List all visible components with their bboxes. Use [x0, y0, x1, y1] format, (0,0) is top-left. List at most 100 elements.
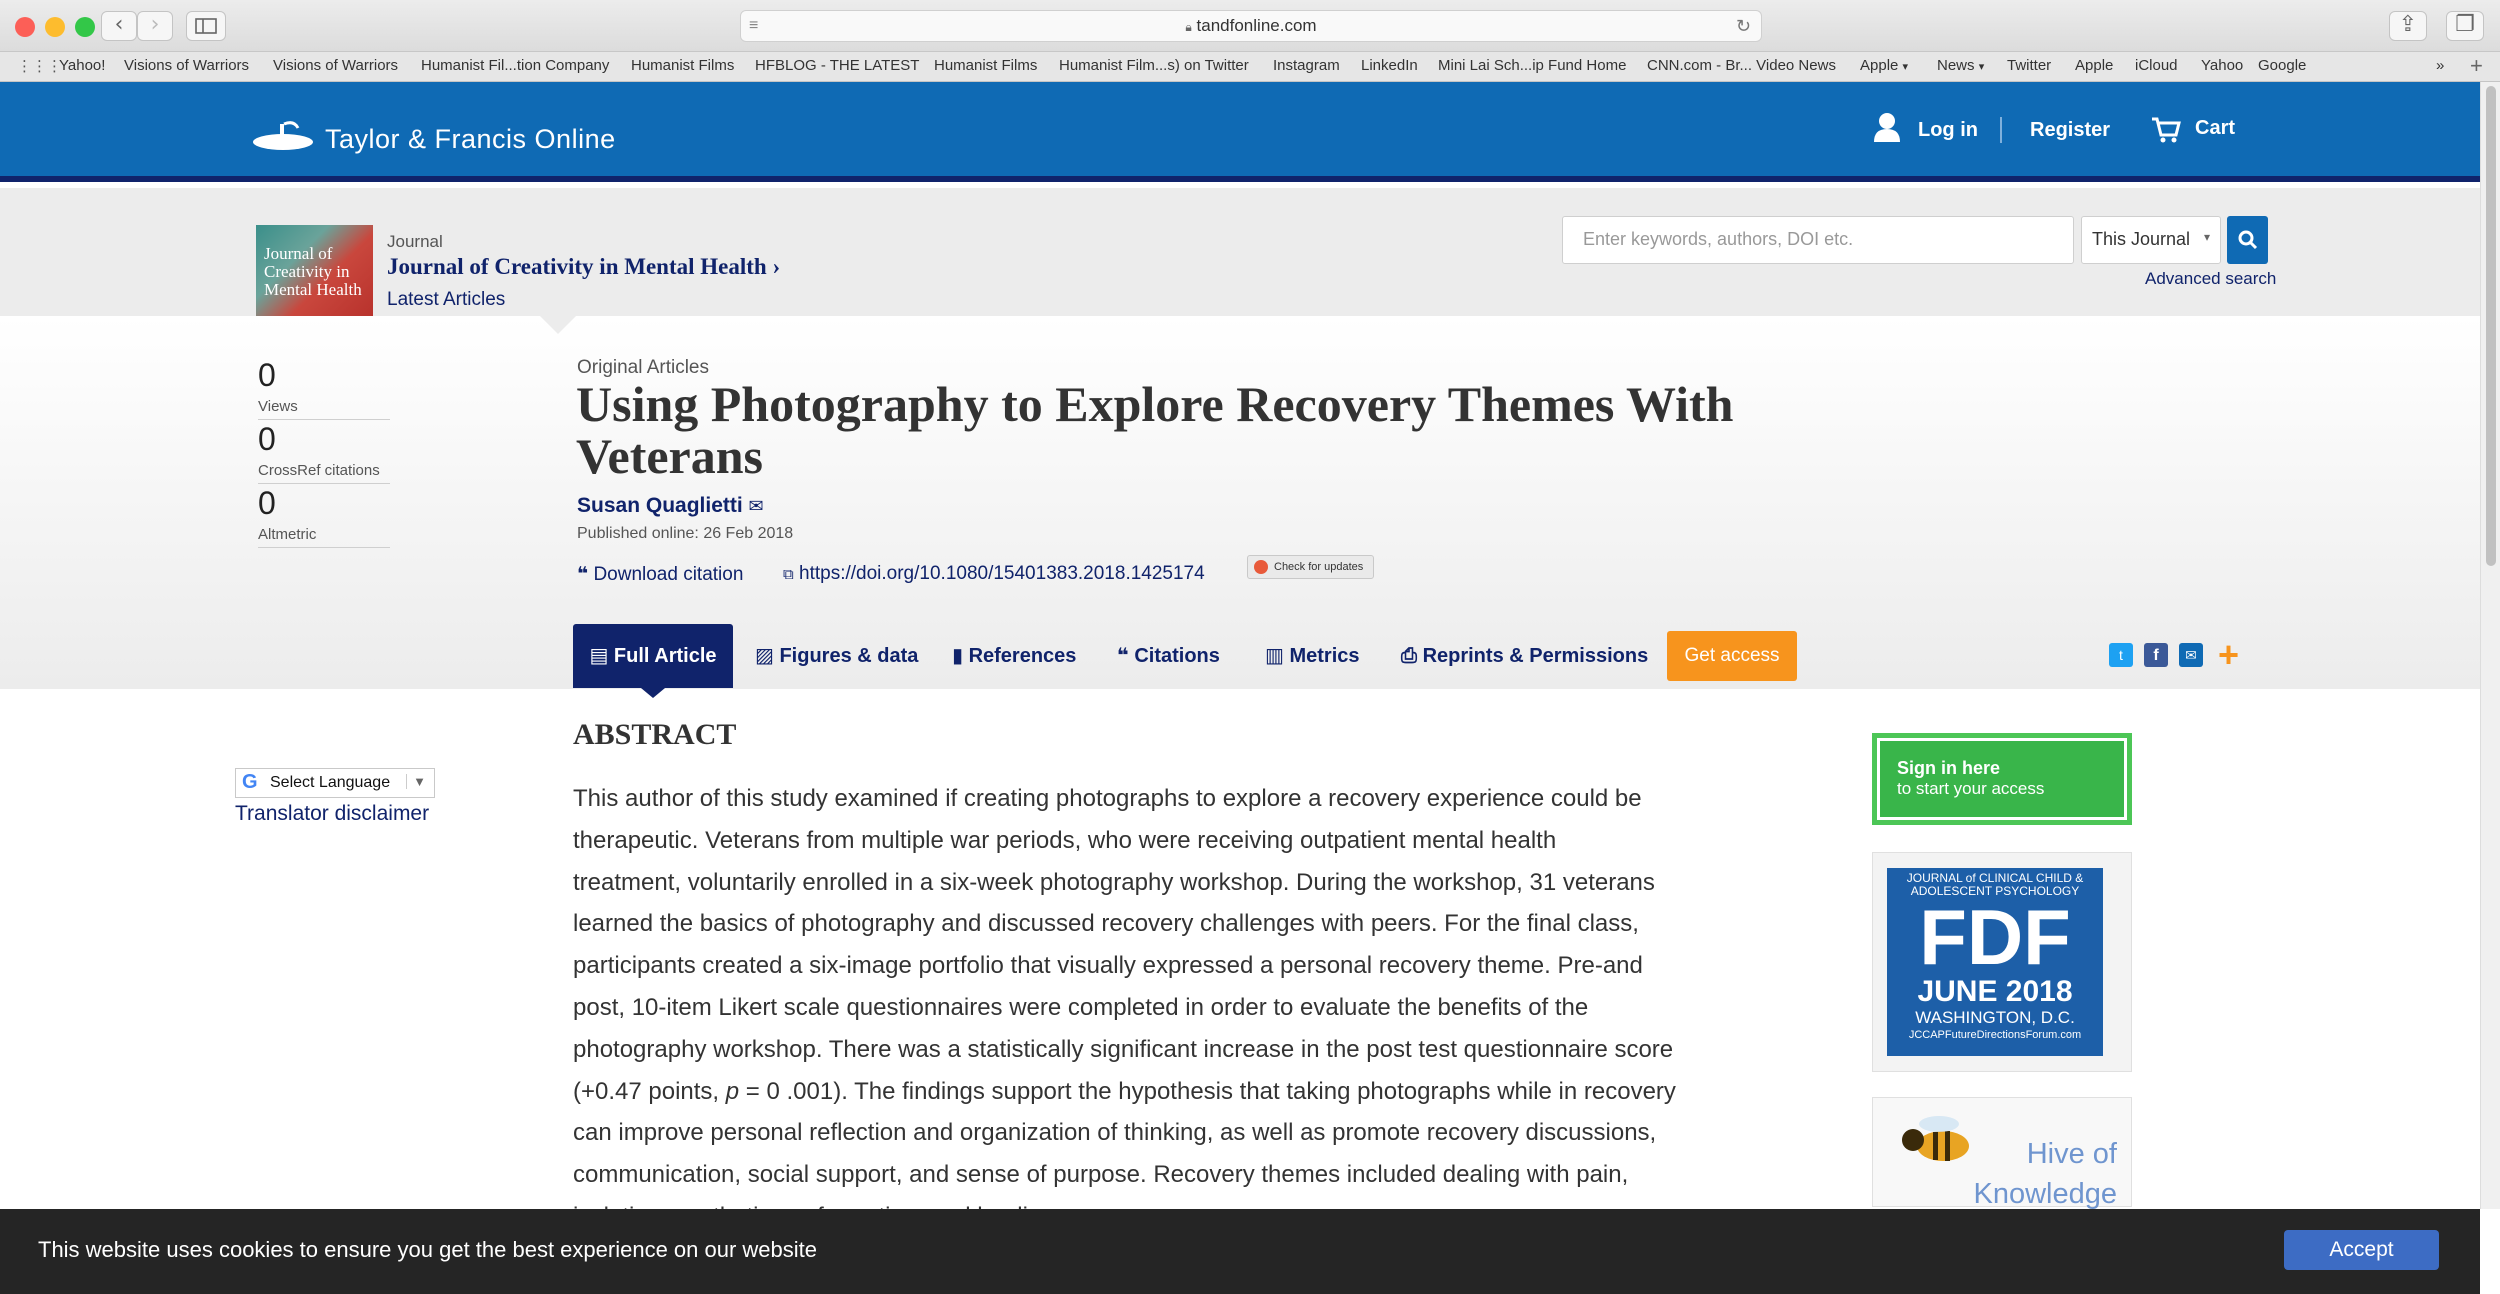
bookmark-item[interactable]: Instagram	[1273, 57, 1340, 74]
author-name: Susan Quaglietti	[577, 494, 743, 517]
signin-heading: Sign in here	[1897, 758, 2001, 778]
twitter-share-icon[interactable]: t	[2109, 643, 2133, 667]
fdf-advertisement[interactable]: JOURNAL of CLINICAL CHILD & ADOLESCENT P…	[1872, 852, 2132, 1072]
bookmark-item[interactable]: iCloud	[2135, 57, 2178, 74]
bookmark-item[interactable]: Visions of Warriors	[124, 57, 249, 74]
bookmark-item[interactable]: Humanist Fil...tion Company	[421, 57, 609, 74]
accept-cookies-button[interactable]: Accept	[2284, 1230, 2439, 1270]
external-link-icon: ⧉	[783, 566, 794, 583]
bookmark-item[interactable]: HFBLOG - THE LATEST	[755, 57, 919, 74]
bookmark-folder-news[interactable]: News ▾	[1937, 57, 1984, 74]
site-logo[interactable]: Taylor & Francis Online	[325, 124, 616, 155]
bookmark-item[interactable]: Apple	[2075, 57, 2113, 74]
journal-kicker: Journal	[387, 232, 443, 251]
forward-button[interactable]: ›	[137, 11, 173, 41]
login-link[interactable]: Log in	[1918, 119, 1978, 142]
bookmark-item[interactable]: Visions of Warriors	[273, 57, 398, 74]
more-bookmarks-icon[interactable]: »	[2436, 57, 2444, 74]
search-button[interactable]	[2227, 216, 2268, 264]
search-input[interactable]: Enter keywords, authors, DOI etc.	[1562, 216, 2074, 264]
bookmarks-bar: ⋮⋮⋮ Yahoo! Visions of Warriors Visions o…	[0, 52, 2500, 82]
bookmark-item[interactable]: Yahoo	[2201, 57, 2243, 74]
bookmark-item[interactable]: Yahoo!	[59, 57, 105, 74]
tab-figures-data[interactable]: ▨ Figures & data	[755, 624, 918, 688]
cart-icon[interactable]	[2151, 116, 2181, 144]
bookmark-item[interactable]: Humanist Films	[631, 57, 734, 74]
bookmark-item[interactable]: Humanist Film...s) on Twitter	[1059, 57, 1249, 74]
google-g-icon: G	[242, 771, 258, 793]
journal-cover-image[interactable]: Journal of Creativity in Mental Health	[256, 225, 373, 317]
cart-link[interactable]: Cart	[2195, 117, 2235, 140]
chevron-down-icon: ▼	[406, 774, 426, 789]
tab-references[interactable]: ▮ References	[952, 624, 1076, 688]
apps-grid-icon[interactable]: ⋮⋮⋮	[17, 57, 62, 75]
article-title: Using Photography to Explore Recovery Th…	[576, 376, 1734, 484]
ad2-text: Hive of Knowledge	[1974, 1134, 2118, 1214]
ad-city: WASHINGTON, D.C.	[1915, 1008, 2075, 1027]
language-select[interactable]: G Select Language ▼	[235, 768, 435, 798]
chevron-right-icon: ›	[772, 254, 781, 279]
abstract-line: can improve personal reflection and orga…	[573, 1119, 1657, 1147]
sign-in-promo[interactable]: Sign in here to start your access	[1872, 733, 2132, 825]
bookmark-item[interactable]: CNN.com - Br... Video News	[1647, 57, 1836, 74]
tab-label: Full Article	[613, 645, 717, 667]
reload-icon[interactable]: ↻	[1736, 11, 1751, 41]
advanced-search-link[interactable]: Advanced search	[2145, 269, 2276, 289]
printer-icon: ⎙	[1401, 645, 1417, 667]
download-citation-link[interactable]: ❝ Download citation	[577, 563, 743, 586]
tabs-overview-button[interactable]: ❐	[2446, 11, 2484, 41]
email-share-icon[interactable]: ✉︎	[2179, 643, 2203, 667]
doi-link[interactable]: ⧉ https://doi.org/10.1080/15401383.2018.…	[783, 563, 1205, 585]
translator-disclaimer-link[interactable]: Translator disclaimer	[235, 802, 429, 826]
register-link[interactable]: Register	[2030, 119, 2110, 142]
quote-icon: ❝	[1117, 645, 1129, 667]
author-link[interactable]: Susan Quaglietti ✉︎	[577, 494, 764, 518]
back-button[interactable]: ‹	[101, 11, 137, 41]
get-access-button[interactable]: Get access	[1667, 631, 1797, 681]
tab-label: References	[968, 645, 1077, 667]
bookmark-item[interactable]: Humanist Films	[934, 57, 1037, 74]
tab-label: Metrics	[1289, 645, 1360, 667]
tab-reprints-permissions[interactable]: ⎙ Reprints & Permissions	[1401, 624, 1648, 688]
tab-citations[interactable]: ❝ Citations	[1117, 624, 1220, 688]
share-button[interactable]: ⇪	[2389, 11, 2427, 41]
maximize-window-button[interactable]	[75, 17, 95, 37]
ad-headline: FDF	[1919, 893, 2071, 981]
ad-url: JCCAPFutureDirectionsForum.com	[1908, 1029, 2082, 1041]
journal-name-link[interactable]: Journal of Creativity in Mental Health ›	[387, 254, 780, 280]
abstract-line: learned the basics of photography and di…	[573, 910, 1639, 938]
bookmark-item[interactable]: LinkedIn	[1361, 57, 1418, 74]
envelope-icon[interactable]: ✉︎	[749, 496, 764, 516]
check-for-updates-badge[interactable]: Check for updates	[1247, 555, 1374, 579]
scrollbar-thumb[interactable]	[2486, 86, 2496, 566]
reader-icon[interactable]: ≡	[749, 11, 758, 41]
lamp-logo-icon[interactable]	[250, 116, 316, 156]
tab-label: Citations	[1134, 645, 1220, 667]
close-window-button[interactable]	[15, 17, 35, 37]
cookie-message: This website uses cookies to ensure you …	[38, 1237, 818, 1262]
tab-metrics[interactable]: ▥ Metrics	[1265, 624, 1360, 688]
chevron-down-icon: ▾	[2203, 230, 2210, 244]
address-bar[interactable]: ≡ 🔒︎ tandfonline.com ↻	[740, 10, 1762, 42]
tab-full-article[interactable]: ▤ Full Article	[573, 624, 733, 688]
hive-of-knowledge-advertisement[interactable]: Hive of Knowledge	[1872, 1097, 2132, 1210]
ad2-line: Knowledge	[1973, 1178, 2118, 1210]
bookmark-item[interactable]: Mini Lai Sch...ip Fund Home	[1438, 57, 1626, 74]
new-tab-plus-icon[interactable]: +	[2470, 53, 2483, 79]
abstract-body: This author of this study examined if cr…	[573, 778, 1723, 1238]
facebook-share-icon[interactable]: f	[2144, 643, 2168, 667]
bookmark-item[interactable]: Google	[2258, 57, 2306, 74]
minimize-window-button[interactable]	[45, 17, 65, 37]
sidebar-toggle-button[interactable]	[186, 11, 226, 41]
bookmark-folder-apple[interactable]: Apple ▾	[1860, 57, 1908, 74]
page-scrollbar[interactable]	[2480, 82, 2500, 1209]
book-icon: ▮	[952, 645, 964, 667]
abstract-heading: ABSTRACT	[573, 718, 737, 751]
header-divider	[2000, 117, 2002, 143]
search-scope-select[interactable]: This Journal ▾	[2081, 216, 2221, 264]
latest-articles-link[interactable]: Latest Articles	[387, 289, 505, 311]
views-label: Views	[258, 398, 390, 420]
bookmark-item[interactable]: Twitter	[2007, 57, 2051, 74]
user-icon[interactable]	[1873, 112, 1901, 142]
more-share-plus-icon[interactable]: +	[2218, 634, 2239, 676]
